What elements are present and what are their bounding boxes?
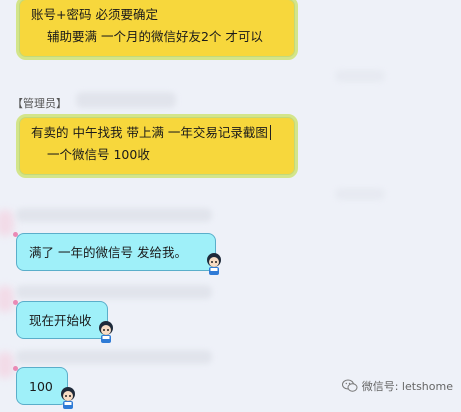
sender-role: 【管理员】 bbox=[12, 97, 67, 110]
avatar[interactable] bbox=[0, 210, 14, 236]
sender-name-blurred bbox=[16, 285, 212, 299]
message-line: 一个微信号 100收 bbox=[47, 147, 150, 162]
message-line: 辅助要满 一个月的微信好友2个 才可以 bbox=[47, 29, 263, 44]
cartoon-sticker-icon bbox=[99, 321, 113, 343]
avatar[interactable] bbox=[0, 352, 14, 378]
message-bubble[interactable]: 现在开始收 bbox=[16, 301, 108, 339]
message-text: 100 bbox=[29, 379, 53, 394]
sender-name-blurred bbox=[16, 208, 212, 222]
sender-name-blurred bbox=[16, 350, 212, 364]
text-cursor bbox=[269, 125, 272, 140]
watermark: 微信号: letshome bbox=[341, 378, 453, 394]
chat-area: 账号+密码 必须要确定 辅助要满 一个月的微信好友2个 才可以 【管理员】 有卖… bbox=[0, 0, 461, 412]
avatar[interactable] bbox=[0, 286, 14, 312]
message-bubble[interactable]: 有卖的 中午找我 带上满 一年交易记录截图 一个微信号 100收 bbox=[16, 114, 298, 178]
message-text: 有卖的 中午找我 带上满 一年交易记录截图 bbox=[31, 125, 268, 140]
sender-name-blurred bbox=[76, 92, 176, 108]
message-line: 有卖的 中午找我 带上满 一年交易记录截图 bbox=[31, 122, 285, 144]
cartoon-sticker-icon bbox=[207, 253, 221, 275]
message-bubble[interactable]: 账号+密码 必须要确定 辅助要满 一个月的微信好友2个 才可以 bbox=[16, 0, 298, 60]
message-bubble[interactable]: 满了 一年的微信号 发给我。 bbox=[16, 233, 216, 271]
message-text: 现在开始收 bbox=[29, 313, 92, 328]
cartoon-sticker-icon bbox=[61, 387, 75, 409]
blurred-content bbox=[335, 70, 385, 82]
wechat-icon bbox=[341, 379, 358, 392]
message-text: 满了 一年的微信号 发给我。 bbox=[29, 245, 187, 260]
message-line: 账号+密码 必须要确定 bbox=[31, 7, 158, 22]
blurred-content bbox=[335, 188, 385, 200]
watermark-text: 微信号: letshome bbox=[361, 380, 453, 393]
